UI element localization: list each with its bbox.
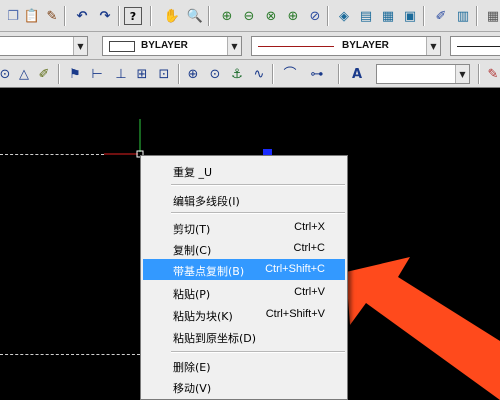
dim-angular-icon[interactable]: ✐ (35, 65, 53, 83)
linetype-combo[interactable]: BYLAYER ▼ (251, 36, 441, 56)
zoom-in-icon[interactable]: ⊕ (218, 7, 236, 25)
help-icon[interactable]: ? (124, 7, 142, 25)
menu-item-shortcut: Ctrl+Shift+C (265, 263, 325, 275)
dim-linear-icon[interactable]: ⊢ (88, 65, 106, 83)
menu-item-paste[interactable]: 粘贴(P) Ctrl+V (143, 282, 345, 303)
color-value: BYLAYER (141, 40, 188, 51)
toolbar-separator (338, 64, 340, 84)
toolbar-separator (478, 64, 480, 84)
toolbar-separator (423, 6, 425, 26)
dim-jogged-icon[interactable]: ⚓ (228, 65, 246, 83)
sheet-set-icon[interactable]: ▣ (401, 7, 419, 25)
menu-item-shortcut: Ctrl+C (293, 242, 325, 254)
zoom-previous-icon[interactable]: ⊘ (306, 7, 324, 25)
menu-item-shortcut: Ctrl+Shift+V (265, 308, 325, 320)
menu-item-label: 粘贴到原坐标(D) (173, 332, 257, 345)
menu-item-cut[interactable]: 剪切(T) Ctrl+X (143, 217, 345, 238)
linetype-value: BYLAYER (342, 40, 389, 51)
dimension-toolbar: ⊙ △ ✐ ⚑ ⊢ ⊥ ⊞ ⊡ ⊕ ⊙ ⚓ ∿ ⌒ ⊶ A ▼ ✎ (0, 60, 500, 88)
dim-style-icon[interactable]: A (348, 65, 366, 83)
menu-item-shortcut: Ctrl+V (294, 286, 325, 298)
dim-text-edit-icon[interactable]: ⌒ (281, 65, 299, 83)
redo-icon[interactable]: ↷ (96, 7, 114, 25)
menu-separator (171, 212, 345, 214)
red-arrow-annotation (346, 257, 500, 400)
zoom-out-icon[interactable]: ⊖ (240, 7, 258, 25)
menu-item-label: 移动(V) (173, 382, 212, 395)
chevron-down-icon[interactable]: ▼ (455, 65, 469, 83)
menu-item-erase[interactable]: 删除(E) (143, 355, 345, 376)
color-swatch (109, 41, 135, 52)
toolbar-separator (58, 64, 60, 84)
dim-update-icon[interactable]: ⊶ (308, 65, 326, 83)
properties-toolbar: ▼ BYLAYER ▼ BYLAYER ▼ (0, 32, 500, 60)
toolbar-separator (327, 6, 329, 26)
menu-item-paste-as-block[interactable]: 粘贴为块(K) Ctrl+Shift+V (143, 304, 345, 325)
menu-separator (171, 184, 345, 186)
dim-edit-icon[interactable]: ∿ (250, 65, 268, 83)
toolbar-separator (178, 64, 180, 84)
menu-item-label: 剪切(T) (173, 223, 211, 236)
toolbar-separator (208, 6, 210, 26)
design-center-icon[interactable]: ▤ (357, 7, 375, 25)
pan-icon[interactable]: ✋ (163, 7, 181, 25)
layer-states-icon[interactable]: ▥ (454, 7, 472, 25)
dim-ordinate-icon[interactable]: △ (15, 65, 33, 83)
toolbar-separator (64, 6, 66, 26)
color-combo[interactable]: BYLAYER ▼ (102, 36, 242, 56)
toolbar-separator (476, 6, 478, 26)
menu-item-label: 重复 _U (173, 166, 213, 179)
copy-icon[interactable]: ❐ (4, 7, 22, 25)
toolbar-separator (272, 64, 274, 84)
calculator-icon[interactable]: ▦ (484, 7, 500, 25)
chevron-down-icon[interactable]: ▼ (426, 37, 440, 55)
menu-item-label: 删除(E) (173, 361, 211, 374)
lineweight-combo[interactable] (450, 36, 500, 56)
zoom-realtime-icon[interactable]: 🔍 (186, 7, 204, 25)
dim-style-combo[interactable]: ▼ (376, 64, 470, 84)
properties-icon[interactable]: ◈ (335, 7, 353, 25)
toolbar-separator (118, 6, 120, 26)
menu-separator (171, 351, 345, 353)
menu-item-copy[interactable]: 复制(C) Ctrl+C (143, 238, 345, 259)
menu-item-edit-polyline[interactable]: 编辑多线段(I) (143, 189, 345, 210)
layer-manager-icon[interactable]: ✐ (432, 7, 450, 25)
chevron-down-icon[interactable]: ▼ (73, 37, 87, 55)
menu-item-move[interactable]: 移动(V) (143, 376, 345, 397)
dim-continue-icon[interactable]: ⊙ (0, 65, 14, 83)
menu-item-label: 粘贴(P) (173, 288, 211, 301)
lineweight-preview (457, 46, 500, 47)
match-properties-icon[interactable]: ✎ (43, 7, 61, 25)
dim-baseline-icon[interactable]: ⊞ (133, 65, 151, 83)
menu-item-copy-with-basepoint[interactable]: 带基点复制(B) Ctrl+Shift+C (143, 259, 345, 280)
context-menu: 重复 _U 编辑多线段(I) 剪切(T) Ctrl+X 复制(C) Ctrl+C… (140, 155, 348, 400)
layer-combo[interactable]: ▼ (0, 36, 88, 56)
toolbar-separator (150, 6, 152, 26)
chevron-down-icon[interactable]: ▼ (227, 37, 241, 55)
dim-center-mark-icon[interactable]: ⊕ (184, 65, 202, 83)
menu-item-label: 编辑多线段(I) (173, 195, 240, 208)
menu-item-paste-to-original[interactable]: 粘贴到原坐标(D) (143, 326, 345, 347)
dim-inspect-icon[interactable]: ⊙ (206, 65, 224, 83)
zoom-window-icon[interactable]: ⊗ (262, 7, 280, 25)
linetype-preview (258, 46, 334, 47)
tool-palettes-icon[interactable]: ▦ (379, 7, 397, 25)
menu-item-shortcut: Ctrl+X (294, 221, 325, 233)
dim-tolerance-icon[interactable]: ⊡ (155, 65, 173, 83)
menu-item-repeat[interactable]: 重复 _U (143, 160, 345, 181)
dim-aligned-icon[interactable]: ⊥ (112, 65, 130, 83)
standard-toolbar: ❐ 📋 ✎ ↶ ↷ ? ✋ 🔍 ⊕ ⊖ ⊗ ⊕ ⊘ ◈ ▤ ▦ ▣ ✐ ▥ ▦ (0, 0, 500, 32)
dim-override-icon[interactable]: ✎ (484, 65, 500, 83)
zoom-extents-icon[interactable]: ⊕ (284, 7, 302, 25)
menu-item-label: 复制(C) (173, 244, 212, 257)
selected-polyline-edge[interactable] (0, 354, 140, 355)
quick-dim-icon[interactable]: ⚑ (66, 65, 84, 83)
selected-polyline-edge[interactable] (0, 154, 104, 155)
menu-item-label: 粘贴为块(K) (173, 310, 233, 323)
undo-icon[interactable]: ↶ (73, 7, 91, 25)
paste-icon[interactable]: 📋 (23, 7, 41, 25)
menu-item-label: 带基点复制(B) (173, 265, 245, 278)
